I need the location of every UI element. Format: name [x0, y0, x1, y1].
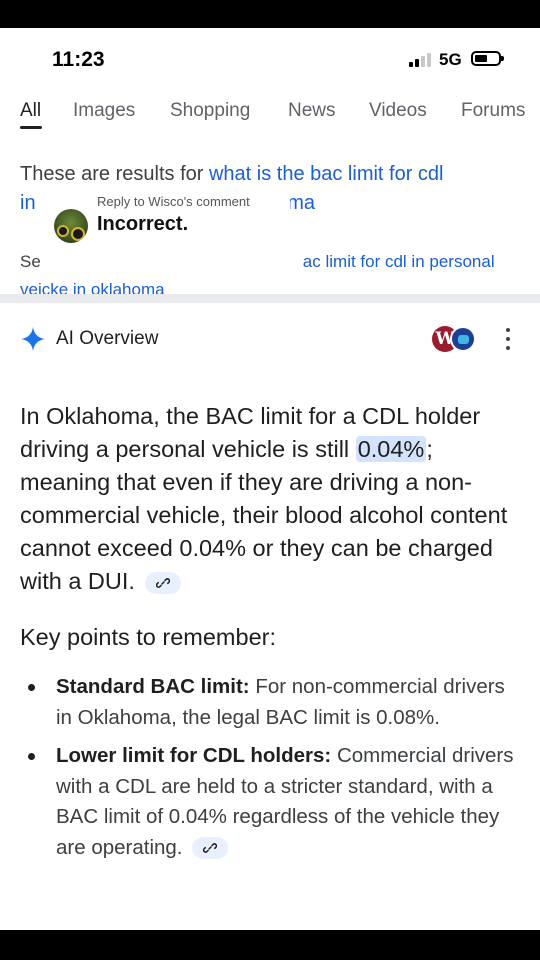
status-time: 11:23 [52, 48, 105, 71]
active-tab-indicator [20, 126, 42, 129]
tab-all[interactable]: All [20, 100, 41, 122]
original-query-link[interactable]: ac limit for cdl in personal [303, 252, 495, 271]
signal-icon [409, 51, 433, 67]
search-instead-prefix: Se [20, 252, 41, 271]
more-vert-icon[interactable] [500, 328, 516, 350]
screen: 11:23 5G All Images Shopping News Videos… [0, 28, 540, 930]
search-tabs: All Images Shopping News Videos Forums [0, 98, 540, 134]
battery-icon [471, 51, 504, 66]
list-item: Lower limit for CDL holders: Commercial … [20, 741, 525, 863]
section-divider [0, 294, 540, 303]
citation-link-icon[interactable] [145, 571, 182, 594]
ai-overview-body: In Oklahoma, the BAC limit for a CDL hol… [20, 400, 525, 598]
avatar [54, 209, 88, 243]
key-points-list: Standard BAC limit: For non-commercial d… [20, 672, 525, 871]
tab-images[interactable]: Images [73, 100, 135, 122]
tab-shopping[interactable]: Shopping [170, 100, 250, 122]
key-point-heading: Lower limit for CDL holders: [56, 744, 332, 767]
corrected-query-link-cont[interactable]: in [20, 192, 36, 214]
wisconsin-source-logo-icon[interactable]: W [432, 324, 476, 354]
bottom-bezel [0, 930, 540, 960]
tab-forums[interactable]: Forums [461, 100, 525, 122]
citation-link-icon[interactable] [192, 837, 229, 860]
bullet-icon [28, 753, 35, 760]
list-item: Standard BAC limit: For non-commercial d… [20, 672, 525, 733]
results-for-prefix: These are results for [20, 163, 209, 185]
reply-text: Incorrect. [97, 213, 189, 235]
reply-meta: Reply to Wisco's comment [97, 194, 250, 209]
status-bar: 11:23 5G [0, 28, 540, 90]
network-label: 5G [439, 50, 462, 69]
reply-comment-overlay[interactable]: Reply to Wisco's comment Incorrect. [48, 184, 290, 246]
ai-overview-title: AI Overview [56, 328, 159, 349]
sparkle-icon [21, 327, 45, 351]
key-point-heading: Standard BAC limit: [56, 675, 250, 698]
corrected-query-link[interactable]: what is the bac limit for cdl [209, 163, 444, 185]
ai-overview-header: AI Overview W [20, 324, 520, 354]
ai-body-highlight: 0.04% [355, 436, 427, 462]
bullet-icon [28, 684, 35, 691]
key-points-title: Key points to remember: [20, 624, 276, 650]
tab-videos[interactable]: Videos [369, 100, 427, 122]
tab-news[interactable]: News [288, 100, 336, 122]
